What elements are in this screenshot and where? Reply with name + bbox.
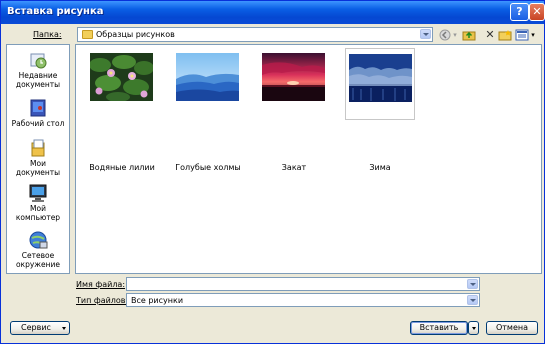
- back-icon[interactable]: [438, 29, 452, 41]
- file-name: Голубые холмы: [175, 163, 241, 172]
- winter-thumbnail: [349, 54, 412, 102]
- my-documents-icon: [28, 138, 48, 158]
- file-item-golubye-kholmy[interactable]: [173, 48, 243, 120]
- place-my-documents[interactable]: Мои документы: [7, 138, 69, 177]
- views-dropdown-icon[interactable]: ▾: [529, 29, 537, 41]
- filetype-label: Тип файлов:: [76, 296, 129, 305]
- file-name-selected: Зима: [369, 163, 391, 172]
- file-item-zima[interactable]: [345, 48, 415, 120]
- filetype-select-value: Все рисунки: [131, 296, 184, 305]
- file-name: Закат: [281, 163, 307, 172]
- place-desktop[interactable]: Рабочий стол: [7, 98, 69, 128]
- place-label: Мои документы: [15, 159, 61, 177]
- blue-hills-thumbnail: [176, 53, 239, 101]
- filetype-select[interactable]: Все рисунки: [126, 293, 480, 307]
- place-label: Мой компьютер: [15, 204, 61, 222]
- file-item-vodyanye-lilii[interactable]: [87, 48, 157, 120]
- service-button[interactable]: Сервис: [10, 321, 70, 335]
- window-title: Вставка рисунка: [7, 6, 104, 17]
- place-label: Недавние документы: [15, 71, 61, 89]
- network-icon: [28, 230, 48, 250]
- file-item-zakat[interactable]: [259, 48, 329, 120]
- filename-label: Имя файла:: [76, 280, 126, 289]
- place-my-computer[interactable]: Мой компьютер: [7, 183, 69, 222]
- file-list-pane[interactable]: Водяные лилии Голубые холмы Закат Зима: [75, 44, 542, 274]
- place-network[interactable]: Сетевое окружение: [7, 230, 69, 269]
- chevron-down-icon[interactable]: [467, 295, 478, 305]
- my-computer-icon: [28, 183, 48, 203]
- back-dropdown-icon[interactable]: ▾: [452, 29, 458, 41]
- dropdown-arrow-icon: [62, 327, 66, 330]
- help-button[interactable]: ?: [510, 3, 529, 21]
- title-bar[interactable]: Вставка рисунка ? ✕: [1, 1, 545, 24]
- chevron-down-icon[interactable]: [420, 29, 431, 39]
- filename-input[interactable]: [126, 277, 480, 291]
- folder-icon: [82, 30, 93, 39]
- folder-select[interactable]: Образцы рисунков: [77, 27, 433, 42]
- sunset-thumbnail: [262, 53, 325, 101]
- cancel-button-label: Отмена: [495, 323, 529, 332]
- file-name: Водяные лилии: [89, 163, 155, 172]
- place-label: Рабочий стол: [11, 119, 65, 128]
- new-folder-icon[interactable]: [498, 29, 512, 41]
- views-icon[interactable]: [515, 29, 529, 41]
- close-button[interactable]: ✕: [529, 3, 545, 21]
- recent-documents-icon: [28, 50, 48, 70]
- insert-button-label: Вставить: [419, 323, 459, 332]
- service-button-label: Сервис: [21, 323, 51, 332]
- place-label: Сетевое окружение: [15, 251, 61, 269]
- insert-button[interactable]: Вставить: [410, 321, 468, 335]
- cancel-button[interactable]: Отмена: [486, 321, 538, 335]
- desktop-icon: [28, 98, 48, 118]
- insert-picture-dialog: Вставка рисунка ? ✕ Папка: Образцы рисун…: [0, 0, 545, 344]
- water-lilies-thumbnail: [89, 53, 154, 102]
- folder-label: Папка:: [33, 30, 62, 39]
- dropdown-arrow-icon: [472, 327, 476, 330]
- up-folder-icon[interactable]: [462, 29, 476, 41]
- places-bar: Недавние документы Рабочий стол Мои доку…: [6, 44, 70, 274]
- place-recent-documents[interactable]: Недавние документы: [7, 50, 69, 89]
- folder-select-value: Образцы рисунков: [96, 30, 175, 39]
- chevron-down-icon[interactable]: [467, 279, 478, 289]
- insert-dropdown-button[interactable]: [468, 321, 479, 335]
- delete-icon[interactable]: ✕: [483, 29, 497, 41]
